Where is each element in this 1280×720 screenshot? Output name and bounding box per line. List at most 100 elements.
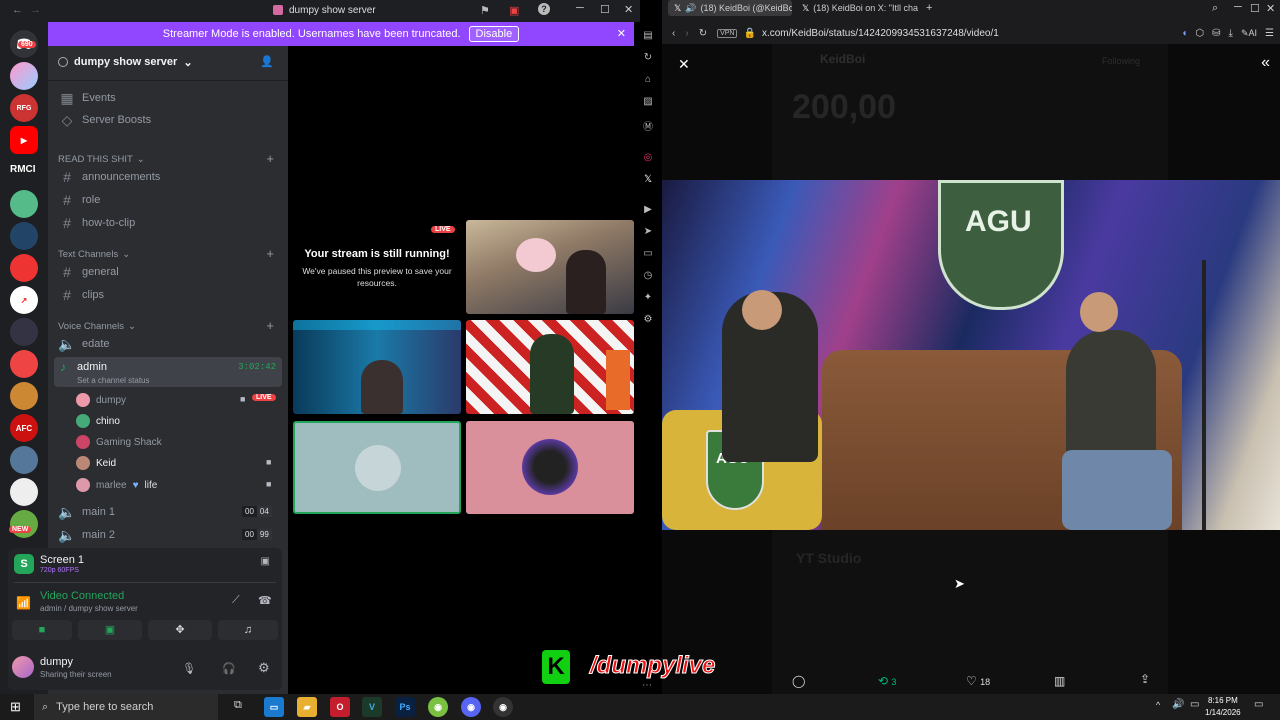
sidebar-icon[interactable]: ⌂ <box>641 74 655 88</box>
back-icon[interactable]: ‹ <box>672 28 675 39</box>
network-icon[interactable]: ▭ <box>1190 699 1199 710</box>
add-channel-icon[interactable]: + <box>266 151 274 166</box>
close-window-icon[interactable]: ✕ <box>624 3 633 16</box>
avatar[interactable] <box>12 656 34 678</box>
headphones-icon[interactable]: 🎧 <box>222 662 236 675</box>
sidebar-icon[interactable]: Ⓜ <box>641 118 655 133</box>
clock-date[interactable]: 1/14/2026 <box>1205 708 1241 717</box>
camera-button[interactable]: ■ <box>12 620 72 640</box>
flag-icon[interactable]: ⚑ <box>480 4 490 17</box>
voice-channel-admin[interactable]: ♪ admin Set a channel status 3:02:42 <box>54 357 282 387</box>
maximize-icon[interactable]: ☐ <box>1250 2 1260 15</box>
back-arrow-icon[interactable]: ← <box>12 4 23 16</box>
extension-icon[interactable]: ⬡ <box>1195 28 1204 39</box>
share-icon[interactable]: ⇪ <box>1140 672 1150 686</box>
category-voice[interactable]: Voice Channels ⌄ <box>58 321 136 332</box>
file-explorer-icon[interactable]: ▰ <box>297 697 317 717</box>
windows-start-icon[interactable]: ⊞ <box>10 699 21 715</box>
close-window-icon[interactable]: ✕ <box>1266 2 1275 15</box>
server-icon[interactable] <box>10 222 38 250</box>
activities-button[interactable]: ✥ <box>148 620 212 640</box>
taskbar-search[interactable]: ⌕ Type here to search <box>34 694 218 720</box>
obs-icon[interactable]: ◉ <box>493 697 513 717</box>
vegas-icon[interactable]: V <box>362 697 382 717</box>
channel-clips[interactable]: # clips <box>56 285 280 305</box>
video-tile-marlee[interactable] <box>293 421 461 514</box>
clock-time[interactable]: 8:16 PM <box>1208 696 1238 705</box>
video-tile-keid[interactable] <box>466 220 634 314</box>
tab-keidboi-post[interactable]: 𝕏(18) KeidBoi on X: "Itll cha✕ <box>796 0 922 16</box>
sidebar-icon[interactable]: ▨ <box>641 96 655 110</box>
close-banner-icon[interactable]: ✕ <box>617 27 626 40</box>
photoshop-icon[interactable]: Ps <box>395 697 415 717</box>
disconnect-icon[interactable]: ☎ <box>258 594 272 607</box>
minimize-icon[interactable]: ─ <box>1234 1 1242 13</box>
like-button[interactable]: ♡ 18 <box>966 674 990 688</box>
maximize-icon[interactable]: ☐ <box>600 3 610 16</box>
menu-icon[interactable]: ☰ <box>1265 28 1274 39</box>
forward-icon[interactable]: › <box>685 28 688 39</box>
x-logo-icon[interactable]: 𝕏 <box>641 174 655 188</box>
clock-icon[interactable]: ◷ <box>641 270 655 284</box>
video-tile-streamer[interactable] <box>293 320 461 414</box>
tray-chevron-icon[interactable]: ^ <box>1156 700 1160 710</box>
history-icon[interactable]: ↻ <box>641 52 655 66</box>
server-icon[interactable]: RFG <box>10 94 38 122</box>
minimize-icon[interactable]: ─ <box>576 2 584 14</box>
views-icon[interactable]: ▥ <box>1054 674 1065 688</box>
add-user-icon[interactable]: 👤 <box>260 55 274 68</box>
collapse-icon[interactable]: « <box>1261 54 1270 72</box>
youtube-server-icon[interactable]: ▶ <box>10 126 38 154</box>
microphone-icon[interactable]: 🎙 <box>182 662 196 675</box>
reply-icon[interactable]: ◯ <box>792 674 805 688</box>
voice-user-marlee[interactable]: marlee ♥ life <box>76 475 157 495</box>
category-text[interactable]: Text Channels ⌄ <box>58 249 130 260</box>
server-icon[interactable]: AFC <box>10 414 38 442</box>
video-tile-chino[interactable] <box>466 320 634 414</box>
tab-keidboi-profile[interactable]: 𝕏 🔊 (18) KeidBoi (@KeidBoi <box>668 0 792 16</box>
channel-announcements[interactable]: # announcements <box>56 167 280 187</box>
noise-suppression-icon[interactable]: ⟋ <box>232 594 240 607</box>
username[interactable]: dumpy <box>40 656 73 668</box>
server-icon[interactable] <box>10 478 38 506</box>
video-player[interactable]: AGU AGU <box>662 180 1280 530</box>
wallet-icon[interactable]: ⛁ <box>1212 28 1220 39</box>
voice-user-keid[interactable]: Keid <box>76 453 116 473</box>
extensions-icon[interactable]: ✦ <box>641 292 655 306</box>
gear-icon[interactable]: ⚙ <box>258 660 270 676</box>
share-screen-button[interactable]: ▣ <box>78 620 142 640</box>
task-view-icon[interactable]: ⧉ <box>234 699 242 712</box>
desktop-icon[interactable]: ▭ <box>264 697 284 717</box>
add-channel-icon[interactable]: + <box>266 246 274 261</box>
server-icon[interactable] <box>10 318 38 346</box>
app-icon[interactable]: ◉ <box>428 697 448 717</box>
voice-user-gaming-shack[interactable]: Gaming Shack <box>76 432 162 452</box>
new-tab-icon[interactable]: + <box>926 2 932 14</box>
sidebar-icon[interactable]: ▭ <box>641 248 655 262</box>
forward-arrow-icon[interactable]: → <box>30 4 41 16</box>
search-icon[interactable]: ⌕ <box>1212 2 1218 15</box>
server-icon[interactable] <box>10 190 38 218</box>
help-icon[interactable]: ? <box>538 3 550 15</box>
instagram-icon[interactable]: ◎ <box>641 152 655 166</box>
channel-role[interactable]: # role <box>56 190 280 210</box>
connection-location[interactable]: admin / dumpy show server <box>40 604 138 613</box>
channel-general[interactable]: # general <box>56 262 280 282</box>
server-icon[interactable] <box>10 62 38 90</box>
ai-button[interactable]: ✎AI <box>1241 28 1257 39</box>
screen-share-icon[interactable]: ▣ <box>509 4 519 17</box>
voice-user-chino[interactable]: chino <box>76 411 120 431</box>
server-icon[interactable] <box>10 382 38 410</box>
server-icon[interactable] <box>10 350 38 378</box>
category-read[interactable]: READ THIS SHIT ⌄ <box>58 154 145 165</box>
server-boosts-item[interactable]: ◇ Server Boosts <box>56 110 280 130</box>
disable-button[interactable]: Disable <box>468 26 520 42</box>
url-field[interactable]: x.com/KeidBoi/status/1424209934531637248… <box>762 28 999 39</box>
vpn-badge[interactable]: VPN <box>717 28 738 38</box>
server-icon[interactable] <box>10 510 38 538</box>
connection-status[interactable]: Video Connected <box>40 590 124 602</box>
sidebar-icon[interactable]: ▤ <box>641 30 655 44</box>
video-tile-gaming-shack[interactable] <box>466 421 634 514</box>
opera-icon[interactable]: O <box>330 697 350 717</box>
notification-icon[interactable]: ▭ <box>1254 699 1263 710</box>
